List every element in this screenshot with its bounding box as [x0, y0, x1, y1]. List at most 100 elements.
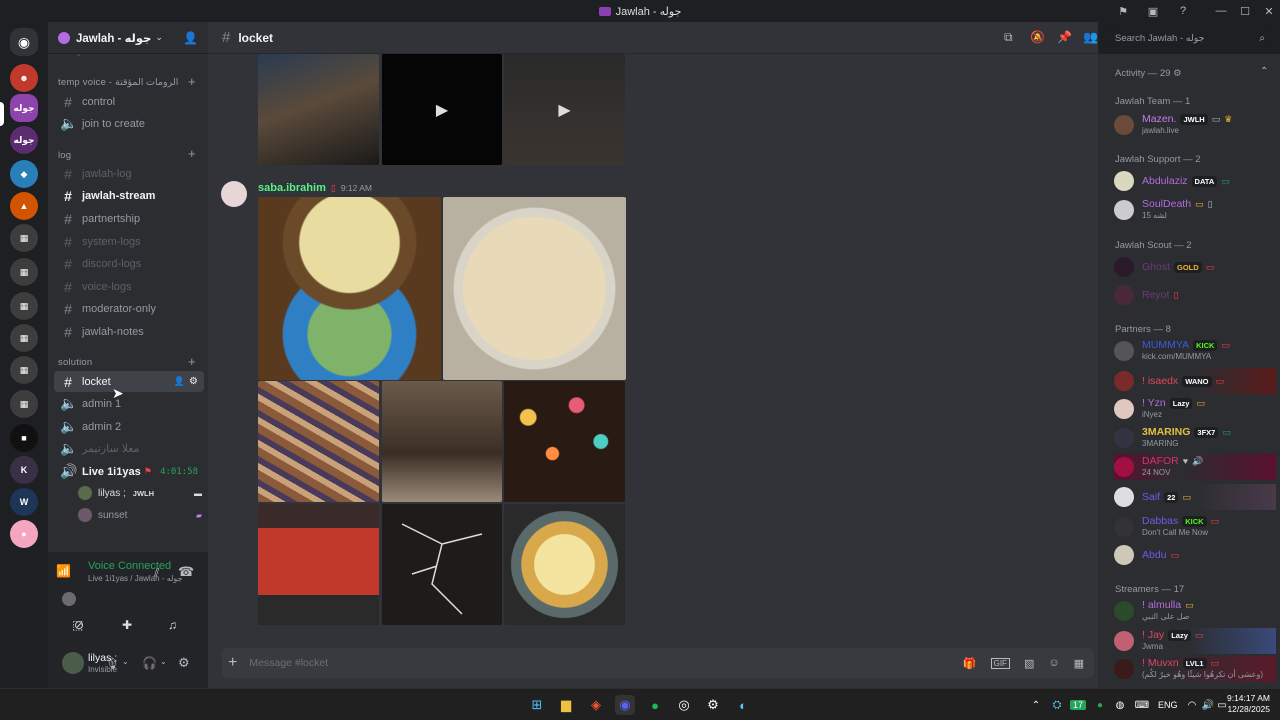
member-item[interactable]: ! almulla ▭ صل على النبي	[1114, 598, 1276, 624]
channel-admin-1[interactable]: 🔈 admin 1	[54, 393, 204, 414]
channel-control[interactable]: # control	[54, 91, 204, 112]
screen-share-icon[interactable]: ⬚	[72, 618, 83, 632]
chevron-down-icon[interactable]: ⌄	[160, 657, 167, 666]
channel-live-1i1yas[interactable]: 🔊 Live 1i1yas ⚑ 4:01:58	[54, 461, 204, 482]
voice-user-sunset[interactable]: sunset ▰	[78, 508, 202, 522]
member-item[interactable]: ! Yzn Lazy ▭ iNyez	[1114, 396, 1276, 422]
member-item[interactable]: 3MARING 3FX7 ▭ 3MARING	[1114, 425, 1276, 451]
server-folder-icon[interactable]: ▦	[10, 292, 38, 320]
play-icon[interactable]: ▶	[436, 100, 448, 120]
photo-red-truck[interactable]	[258, 504, 379, 625]
minimize-button[interactable]: —	[1208, 0, 1234, 22]
server-icon[interactable]: ▲	[10, 192, 38, 220]
channel-moderator-only[interactable]: # moderator-only	[54, 298, 204, 319]
member-item[interactable]: ! Muvxn LVL1 ▭ (وعسَى أن تكرهُوا شيئًا وهُو…	[1114, 656, 1276, 682]
file-explorer-icon[interactable]: ▆	[556, 695, 576, 715]
keyboard-icon[interactable]: ⌨	[1132, 695, 1152, 715]
server-icon[interactable]: W	[10, 488, 38, 516]
brave-browser-icon[interactable]: ◈	[586, 695, 606, 715]
channel-arabic-voice[interactable]: 🔈 معلا سارتيمر	[54, 438, 204, 459]
add-channel-icon[interactable]: +	[188, 354, 196, 369]
emoji-icon[interactable]: ☺	[1048, 657, 1059, 669]
server-icon[interactable]: ●	[10, 520, 38, 548]
tray-status-icon[interactable]: ●	[1090, 695, 1110, 715]
help-icon[interactable]: ?	[1170, 0, 1196, 22]
start-icon[interactable]: ⊞	[527, 695, 547, 715]
obs-icon[interactable]: ◎	[674, 695, 694, 715]
photo-food-dumplings[interactable]	[258, 197, 441, 380]
server-icon[interactable]: ■	[10, 424, 38, 452]
close-button[interactable]: ✕	[1256, 0, 1280, 22]
tray-icon[interactable]: ◍	[1110, 695, 1130, 715]
category-log[interactable]: log	[58, 150, 71, 161]
channel-system-logs[interactable]: # system-logs	[54, 231, 204, 252]
tray-icon[interactable]: ⛭	[1047, 695, 1067, 715]
discord-taskbar-icon[interactable]: ◉	[615, 695, 635, 715]
maximize-button[interactable]: ☐	[1232, 0, 1258, 22]
author-name[interactable]: saba.ibrahim	[258, 182, 326, 194]
photo-map-drawing[interactable]	[382, 504, 502, 625]
spotify-icon[interactable]: ●	[645, 695, 665, 715]
category-temp-voice[interactable]: temp voice - الرومات المؤقتة	[58, 77, 178, 88]
add-member-icon[interactable]: 👤	[183, 31, 198, 45]
photo-pasta[interactable]	[443, 197, 626, 380]
server-header[interactable]: Jawlah - جوله ⌄ 👤	[48, 22, 208, 54]
tray-badge[interactable]: 17	[1069, 700, 1086, 710]
author-avatar[interactable]	[221, 181, 247, 207]
steam-icon[interactable]: ◐	[733, 695, 753, 715]
channel-locket[interactable]: # locket 👤 ⚙	[54, 371, 204, 392]
channel-discord-logs[interactable]: # discord-logs	[54, 253, 204, 274]
app-icon[interactable]: ⚙	[703, 695, 723, 715]
voice-detail[interactable]: Live 1i1yas / Jawlah - جوله	[40, 574, 183, 583]
gif-icon[interactable]: GIF	[990, 657, 1010, 669]
inbox-icon[interactable]: ⚑	[1110, 0, 1136, 22]
chevron-up-icon[interactable]: ⌃	[1260, 66, 1268, 77]
channel-jawlah-stream[interactable]: # jawlah-stream	[54, 185, 204, 206]
channel-jawlah-log[interactable]: # jawlah-log	[54, 163, 204, 184]
server-icon[interactable]: K	[10, 456, 38, 484]
member-item[interactable]: Abdu ▭	[1114, 542, 1276, 568]
invite-icon[interactable]: 👤	[174, 376, 185, 387]
chevron-down-icon[interactable]: ⌄	[122, 657, 129, 666]
member-item[interactable]: DAFOR ♥ 🔊 24 NOV	[1114, 454, 1276, 480]
apps-icon[interactable]: ▦	[1074, 657, 1084, 670]
clock[interactable]: 9:14:17 AM 12/28/2025	[1222, 693, 1270, 715]
category-solution[interactable]: solution	[58, 357, 92, 368]
notifications-icon[interactable]: 🔕	[1030, 30, 1045, 44]
gift-icon[interactable]: 🎁	[963, 657, 977, 670]
settings-gear-icon[interactable]: ⚙	[178, 655, 190, 671]
member-item[interactable]: MUMMYA KICK ▭ kick.com/MUMMYA	[1114, 338, 1276, 364]
play-icon[interactable]: ▶	[558, 100, 570, 120]
add-channel-icon[interactable]: +	[188, 146, 196, 161]
activities-icon[interactable]: ✚	[122, 618, 132, 632]
channel-voice-logs[interactable]: # voice-logs	[54, 276, 204, 297]
disconnect-icon[interactable]: ☎	[178, 564, 194, 580]
server-folder-icon[interactable]: ▦	[10, 356, 38, 384]
server-icon[interactable]: ◆	[10, 160, 38, 188]
headphones-icon[interactable]: 🎧	[142, 656, 157, 670]
add-attachment-icon[interactable]: +	[228, 654, 237, 672]
discord-home-icon[interactable]: ◉	[10, 28, 38, 56]
server-folder-icon[interactable]: ▦	[10, 224, 38, 252]
sticker-icon[interactable]: ▧	[1024, 657, 1034, 670]
channel-partnertship[interactable]: # partnertship	[54, 208, 204, 229]
member-item[interactable]: Abdulaziz DATA ▭	[1114, 168, 1276, 194]
search-input[interactable]: Search Jawlah - جوله ⌕	[1110, 29, 1270, 47]
member-item[interactable]: Mazen. JWLH ▭ ♛ jawlah.live	[1114, 112, 1276, 138]
server-folder-icon[interactable]: ▦	[10, 258, 38, 286]
photo-cheese-dish[interactable]	[504, 504, 625, 625]
server-jawlah-icon[interactable]: جوله	[10, 94, 38, 122]
member-item[interactable]: Reyot ▯	[1114, 282, 1276, 308]
member-item[interactable]: SoulDeath ▭ ▯ لشه 15	[1114, 197, 1276, 223]
member-list-icon[interactable]: 👥	[1083, 30, 1098, 44]
channel-join-to-create[interactable]: 🔈 join to create	[54, 113, 204, 134]
gear-icon[interactable]: ⚙	[189, 376, 198, 387]
video-attachment[interactable]: ▶	[504, 54, 625, 165]
chevron-up-icon[interactable]: ⌃	[1026, 695, 1046, 715]
language-indicator[interactable]: ENG	[1158, 700, 1178, 710]
noise-suppression-icon[interactable]: ⫽	[154, 566, 159, 581]
microphone-icon[interactable]: 🎙	[105, 657, 119, 670]
member-item[interactable]: Ghost GOLD ▭	[1114, 254, 1276, 280]
add-channel-icon[interactable]: +	[188, 74, 196, 89]
message-input[interactable]: Message #locket	[249, 657, 963, 669]
